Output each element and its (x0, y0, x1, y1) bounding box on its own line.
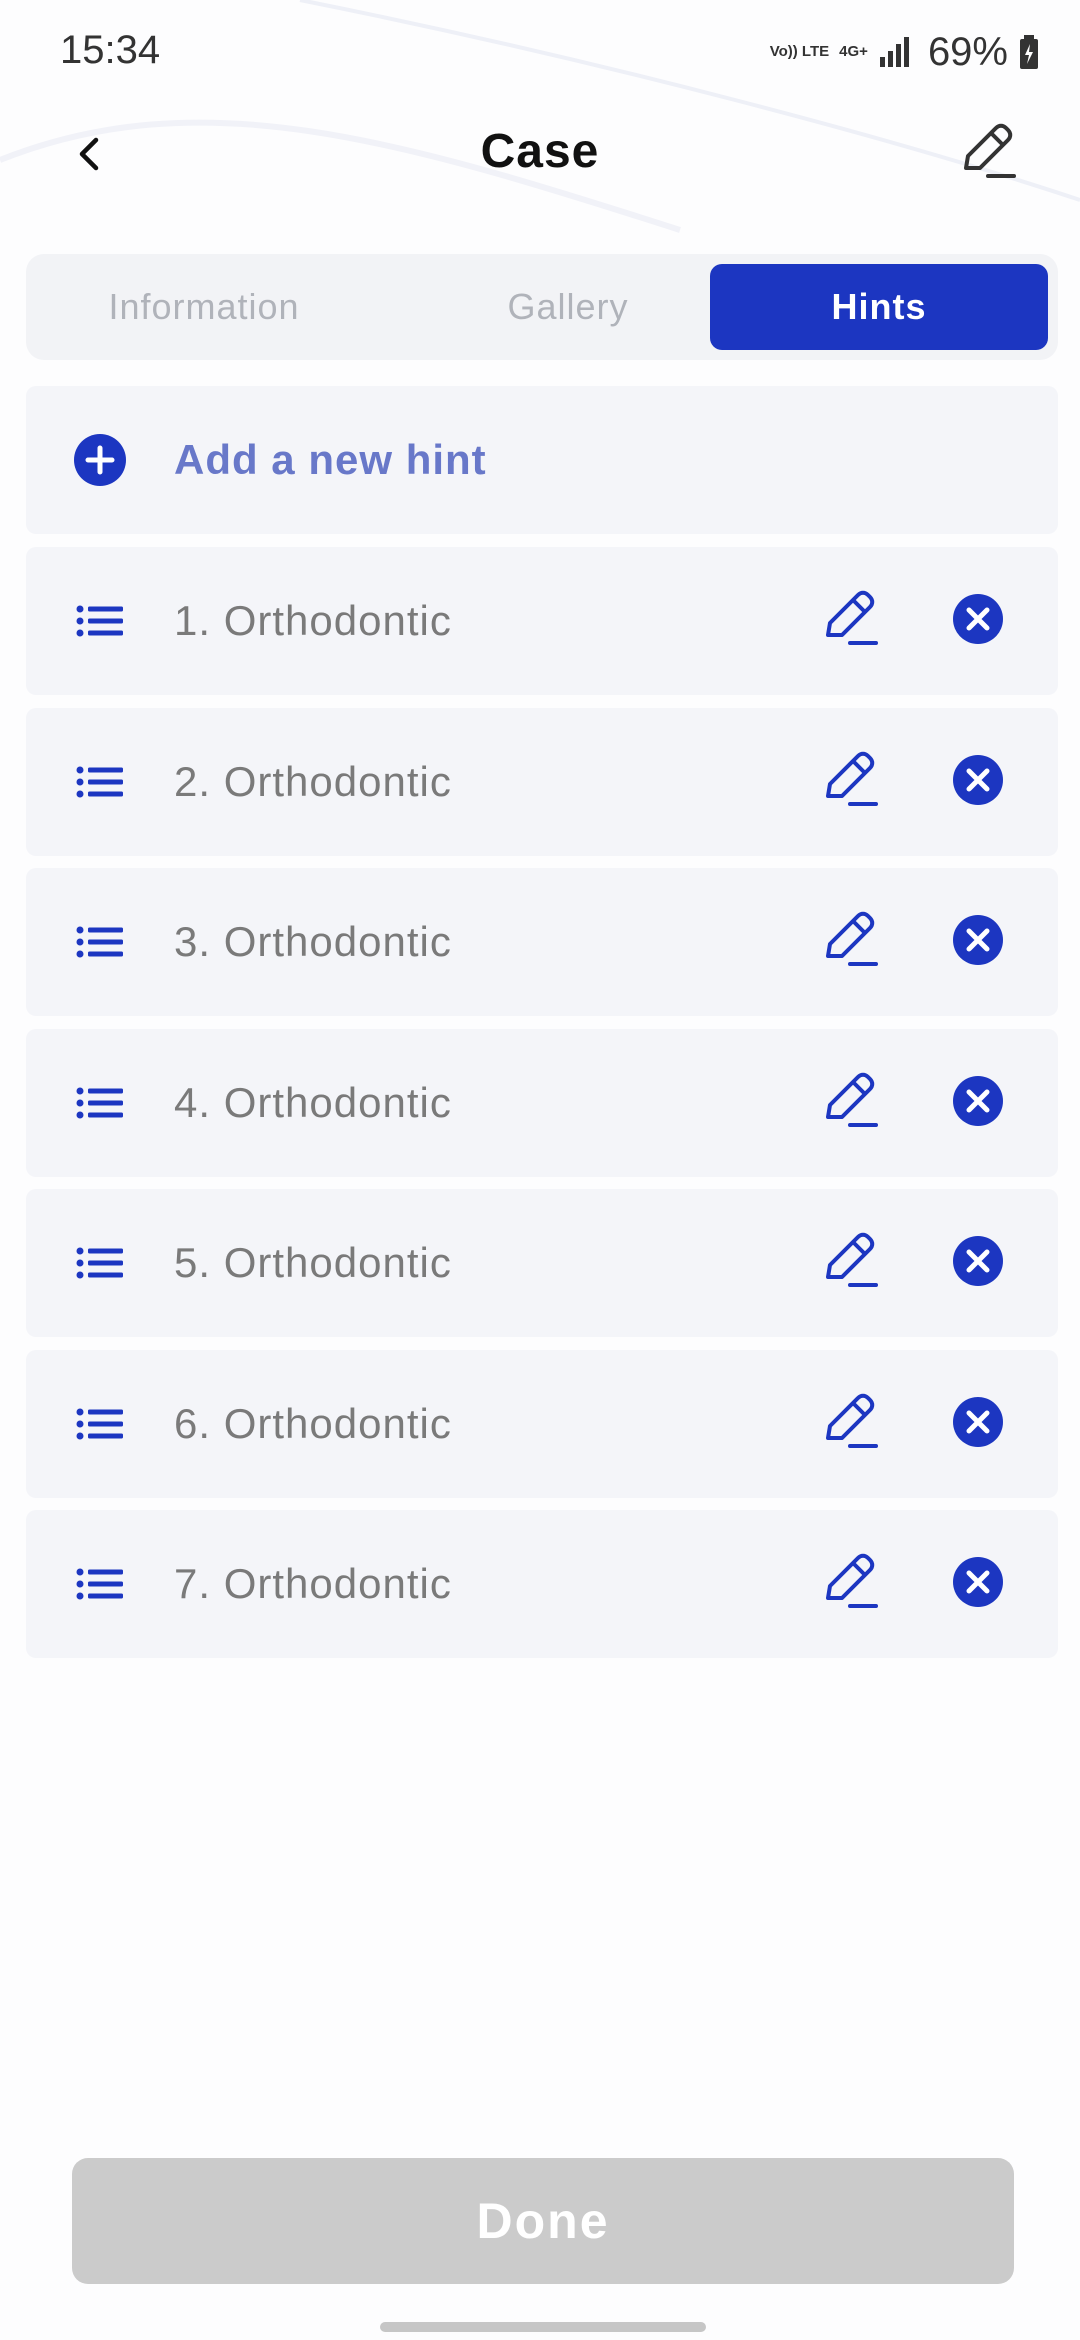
hint-item[interactable]: 3. Orthodontic (26, 868, 1058, 1016)
pencil-icon (820, 1552, 880, 1617)
close-circle-icon (952, 593, 1004, 650)
hint-label: 4. Orthodontic (174, 1079, 452, 1126)
hint-label: 1. Orthodontic (174, 597, 452, 644)
status-bar: 15:34 Vo)) LTE 4G+ 69% (0, 0, 1080, 100)
delete-hint-button[interactable] (950, 1075, 1006, 1131)
close-circle-icon (952, 1235, 1004, 1292)
hint-item[interactable]: 2. Orthodontic (26, 708, 1058, 856)
tab-gallery[interactable]: Gallery (400, 264, 736, 350)
delete-hint-button[interactable] (950, 914, 1006, 970)
volte-indicator: Vo)) LTE (769, 43, 830, 60)
page-title: Case (480, 125, 600, 178)
hint-label: 3. Orthodontic (174, 918, 452, 965)
hint-label: 5. Orthodontic (174, 1239, 452, 1286)
battery-percent: 69% (927, 29, 1008, 74)
battery-charging-icon (1020, 35, 1038, 69)
list-icon[interactable] (70, 752, 130, 812)
list-icon[interactable] (70, 1394, 130, 1454)
delete-hint-button[interactable] (950, 1396, 1006, 1452)
edit-hint-button[interactable] (816, 587, 884, 655)
list-icon[interactable] (70, 591, 130, 651)
status-icons: Vo)) LTE 4G+ 69% (770, 24, 1040, 80)
hint-item[interactable]: 1. Orthodontic (26, 547, 1058, 695)
delete-hint-button[interactable] (950, 593, 1006, 649)
home-indicator (380, 2322, 706, 2332)
edit-hint-button[interactable] (816, 1390, 884, 1458)
signal-bars-icon (879, 37, 909, 67)
pencil-icon (820, 1071, 880, 1136)
top-bar: Case (0, 110, 1080, 200)
pencil-icon (820, 910, 880, 975)
hint-label: 6. Orthodontic (174, 1400, 452, 1447)
hint-label: 2. Orthodontic (174, 758, 452, 805)
pencil-icon (820, 1231, 880, 1296)
hint-item[interactable]: 7. Orthodontic (26, 1510, 1058, 1658)
tab-hints[interactable]: Hints (710, 264, 1048, 350)
status-time: 15:34 (60, 28, 161, 72)
pencil-icon (820, 1392, 880, 1457)
list-icon[interactable] (70, 1554, 130, 1614)
pencil-icon (820, 589, 880, 654)
close-circle-icon (952, 1396, 1004, 1453)
hint-item[interactable]: 6. Orthodontic (26, 1350, 1058, 1498)
edit-hint-button[interactable] (816, 1069, 884, 1137)
delete-hint-button[interactable] (950, 1556, 1006, 1612)
edit-hint-button[interactable] (816, 1550, 884, 1618)
close-circle-icon (952, 1075, 1004, 1132)
plus-circle-icon (70, 430, 130, 490)
edit-hint-button[interactable] (816, 748, 884, 816)
list-icon[interactable] (70, 1233, 130, 1293)
edit-case-button[interactable] (952, 116, 1024, 188)
edit-hint-button[interactable] (816, 1229, 884, 1297)
pencil-icon (964, 123, 1016, 178)
delete-hint-button[interactable] (950, 1235, 1006, 1291)
hint-label: 7. Orthodontic (174, 1560, 452, 1607)
list-icon[interactable] (70, 1073, 130, 1133)
network-type-indicator: 4G+ (839, 43, 868, 60)
tab-information[interactable]: Information (36, 264, 372, 350)
close-circle-icon (952, 914, 1004, 971)
hint-item[interactable]: 4. Orthodontic (26, 1029, 1058, 1177)
hint-item[interactable]: 5. Orthodontic (26, 1189, 1058, 1337)
done-button[interactable]: Done (72, 2158, 1014, 2284)
edit-hint-button[interactable] (816, 908, 884, 976)
delete-hint-button[interactable] (950, 754, 1006, 810)
close-circle-icon (952, 754, 1004, 811)
pencil-icon (820, 750, 880, 815)
add-hint-button[interactable]: Add a new hint (26, 386, 1058, 534)
list-icon[interactable] (70, 912, 130, 972)
add-hint-label: Add a new hint (174, 436, 487, 483)
segmented-tabs: Information Gallery Hints (26, 254, 1058, 360)
close-circle-icon (952, 1556, 1004, 1613)
